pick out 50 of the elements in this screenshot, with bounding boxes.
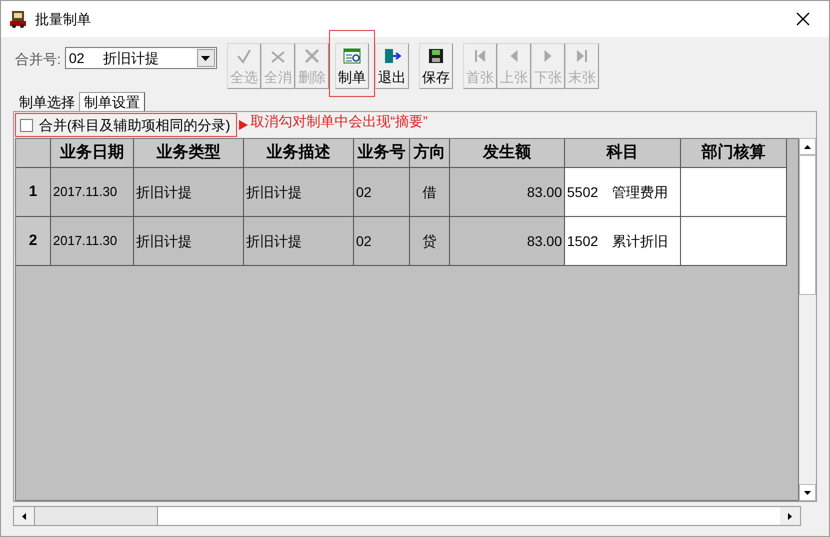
previous-icon (510, 50, 518, 62)
check-icon (234, 47, 253, 65)
table-cell: 02 (354, 168, 410, 217)
table-cell: 折旧计提 (134, 168, 244, 217)
column-header: 业务描述 (244, 139, 354, 168)
column-header: 业务类型 (134, 139, 244, 168)
caret-icon (201, 56, 210, 60)
table-cell: 借 (410, 168, 450, 217)
table-cell: 5502 管理费用 (565, 168, 681, 217)
row-number: 2 (16, 217, 51, 266)
door-icon (382, 47, 401, 65)
up-arrow-icon (804, 144, 811, 148)
app-icon (9, 10, 27, 28)
tab[interactable]: 制单设置 (79, 92, 145, 111)
exit-button[interactable]: 退出 (374, 43, 409, 89)
annotation-text: 取消勾对制单中会出现“摘要” (250, 112, 428, 130)
delete-icon (302, 47, 321, 65)
merge-number-label: 合并号: (15, 50, 61, 69)
merge-number-dropdown[interactable]: 02 折旧计提 (64, 47, 217, 69)
table-cell: 2017.11.30 (51, 168, 134, 217)
table-cell: 折旧计提 (134, 217, 244, 266)
down-arrow-icon (804, 490, 811, 494)
table-cell: 02 (354, 217, 410, 266)
table-cell: 贷 (410, 217, 450, 266)
column-header: 业务日期 (51, 139, 134, 168)
table-cell: 83.00 (450, 168, 565, 217)
voucher-button[interactable]: 制单 (334, 43, 369, 89)
table-cell: 1502 累计折旧 (565, 217, 681, 266)
save-icon (426, 47, 445, 65)
column-header: 发生额 (450, 139, 565, 168)
vertical-scrollbar[interactable] (799, 138, 816, 501)
merge-checkbox[interactable]: 合并(科目及辅助项相同的分录) (16, 114, 230, 136)
document-icon (342, 47, 361, 65)
left-arrow-icon (22, 512, 26, 520)
table-cell: 2017.11.30 (51, 217, 134, 266)
table-cell: 折旧计提 (244, 168, 354, 217)
table-cell: 83.00 (450, 217, 565, 266)
column-header: 部门核算 (681, 139, 787, 168)
column-header: 业务号 (354, 139, 410, 168)
table-cell: 折旧计提 (244, 217, 354, 266)
row-number: 1 (16, 168, 51, 217)
column-header: 方向 (410, 139, 450, 168)
pointer-icon (239, 120, 248, 130)
horizontal-scrollbar[interactable] (13, 506, 801, 526)
save-button[interactable]: 保存 (418, 43, 453, 89)
column-header: 科目 (565, 139, 681, 168)
window-title: 批量制单 (35, 10, 92, 28)
next-icon (544, 50, 552, 62)
close-icon (796, 12, 810, 26)
right-arrow-icon (788, 512, 792, 520)
